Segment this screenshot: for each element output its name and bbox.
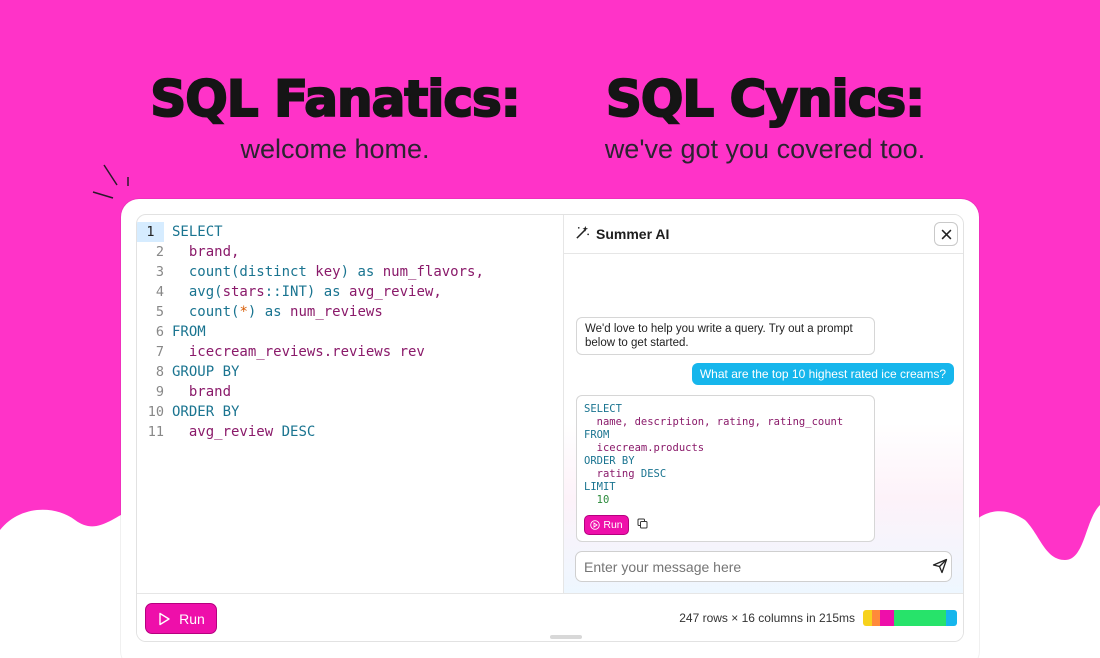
line-number: 8 <box>155 364 164 380</box>
hero-right-title: SQL Cynics: <box>605 69 926 129</box>
timing-segment <box>880 610 894 626</box>
app-frame: 1 SELECT 2 brand, 3 count(distinct key) a… <box>136 214 964 642</box>
code-text: avg_review DESC <box>172 424 316 440</box>
code-line: 6 FROM <box>137 322 563 342</box>
play-icon <box>159 612 170 625</box>
code-line: LIMIT <box>584 481 616 493</box>
line-number: 6 <box>155 324 164 340</box>
result-status: 247 rows × 16 columns in 215ms <box>679 611 855 625</box>
code-line: icecream.products <box>584 442 705 454</box>
code-line: name, description, rating, rating_count <box>584 416 844 428</box>
message-input[interactable] <box>575 551 952 582</box>
code-line: 7 icecream_reviews.reviews rev <box>137 342 563 362</box>
run-query-button[interactable]: Run <box>145 603 217 634</box>
hero-right: SQL Cynics: we've got you covered too. <box>560 69 970 165</box>
line-number: 10 <box>147 404 164 420</box>
code-line: 3 count(distinct key) as num_flavors, <box>137 262 563 282</box>
code-text: count(distinct key) as num_flavors, <box>172 264 484 280</box>
code-line: 8 GROUP BY <box>137 362 563 382</box>
resize-handle[interactable] <box>550 635 582 639</box>
code-text: brand, <box>172 244 240 260</box>
code-line: 1 SELECT <box>137 222 563 242</box>
run-snippet-button[interactable]: Run <box>584 515 629 535</box>
code-line: FROM <box>584 429 610 441</box>
code-line: 11 avg_review DESC <box>137 422 563 442</box>
code-text: brand <box>172 384 232 400</box>
hero-right-subtitle: we've got you covered too. <box>604 134 926 164</box>
line-number: 2 <box>155 244 164 260</box>
code-text: SELECT <box>172 224 223 240</box>
play-icon <box>590 520 601 530</box>
timing-segment <box>894 610 946 626</box>
code-line: 2 brand, <box>137 242 563 262</box>
assistant-title: Summer AI <box>596 226 670 242</box>
timing-segment <box>872 610 880 626</box>
assistant-header: Summer AI <box>564 215 963 254</box>
hero-left-title: SQL Fanatics: <box>149 69 522 129</box>
timing-segment <box>946 610 957 626</box>
timing-bar <box>863 610 957 626</box>
line-number: 9 <box>155 384 164 400</box>
app-window: 1 SELECT 2 brand, 3 count(distinct key) a… <box>121 199 979 658</box>
code-line: 9 brand <box>137 382 563 402</box>
code-text: GROUP BY <box>172 364 240 380</box>
line-number: 1 <box>137 222 164 242</box>
code-line: 5 count(*) as num_reviews <box>137 302 563 322</box>
code-line: SELECT <box>584 403 622 415</box>
code-line: 4 avg(stars::INT) as avg_review, <box>137 282 563 302</box>
close-button[interactable] <box>934 222 958 246</box>
line-number: 11 <box>147 424 164 440</box>
line-number: 5 <box>155 304 164 320</box>
run-snippet-label: Run <box>603 519 623 531</box>
sql-editor[interactable]: 1 SELECT 2 brand, 3 count(distinct key) a… <box>137 215 564 593</box>
code-text: icecream_reviews.reviews rev <box>172 344 425 360</box>
code-line: 10 ORDER BY <box>137 402 563 422</box>
line-number: 4 <box>155 284 164 300</box>
timing-segment <box>863 610 872 626</box>
line-number: 7 <box>155 344 164 360</box>
code-line: ORDER BY <box>584 455 635 467</box>
code-text: FROM <box>172 324 206 340</box>
generated-sql-block: SELECT name, description, rating, rating… <box>576 395 875 542</box>
code-line: 10 <box>584 494 610 506</box>
ai-assistant-panel: Summer AI We'd love to help you write a … <box>564 215 963 593</box>
code-text: count(*) as num_reviews <box>172 304 383 320</box>
send-icon[interactable] <box>932 558 948 574</box>
hero-left: SQL Fanatics: welcome home. <box>130 69 540 165</box>
line-number: 3 <box>155 264 164 280</box>
hero-left-subtitle: welcome home. <box>240 134 430 164</box>
results-footer: Run 247 rows × 16 columns in 215ms <box>137 593 963 641</box>
magic-wand-icon <box>575 225 590 244</box>
copy-icon[interactable] <box>637 518 648 529</box>
code-text: ORDER BY <box>172 404 240 420</box>
close-icon <box>941 229 951 239</box>
run-query-label: Run <box>179 610 205 627</box>
assistant-message: We'd love to help you write a query. Try… <box>576 317 875 355</box>
code-line: rating DESC <box>584 468 667 480</box>
user-message: What are the top 10 highest rated ice cr… <box>691 363 954 385</box>
sparkle-lines-icon <box>92 164 129 199</box>
code-text: avg(stars::INT) as avg_review, <box>172 284 442 300</box>
